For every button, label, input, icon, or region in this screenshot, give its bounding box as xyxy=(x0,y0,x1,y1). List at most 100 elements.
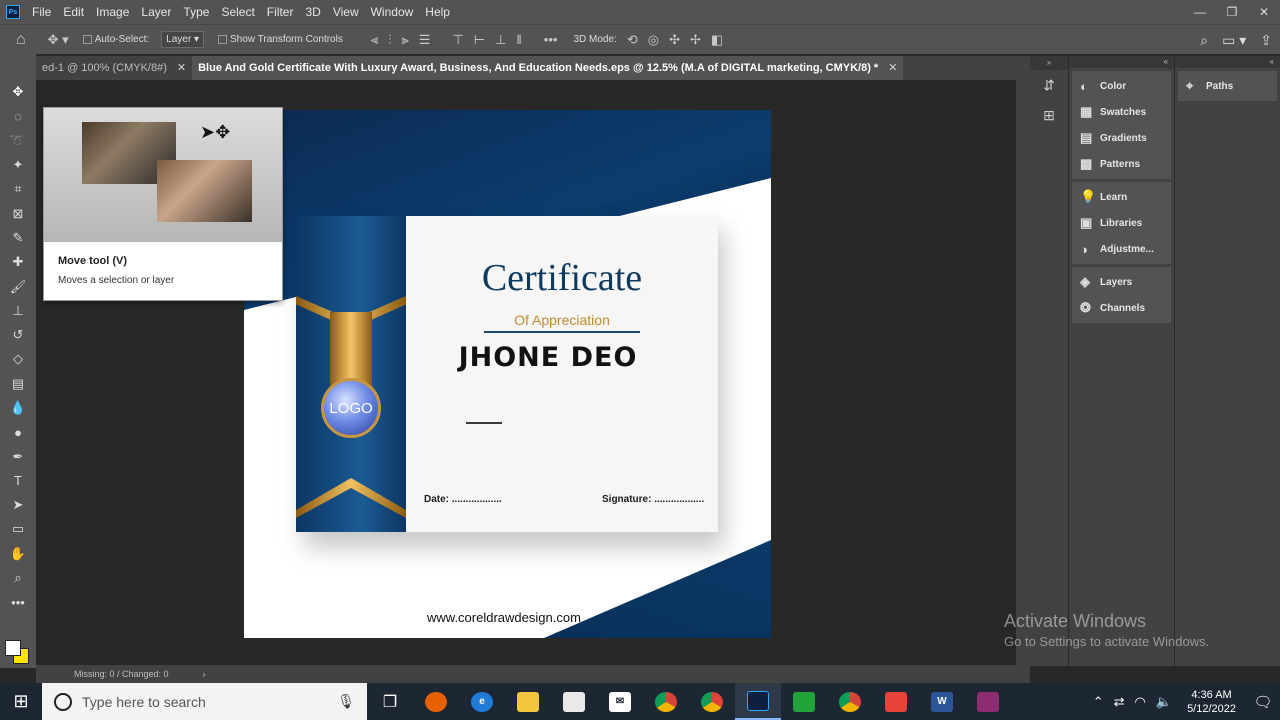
menu-window[interactable]: Window xyxy=(365,0,420,24)
transform-controls-option[interactable]: Show Transform Controls xyxy=(218,34,343,45)
pen-tool-icon[interactable]: ✒ xyxy=(0,444,36,468)
history-panel-icon[interactable]: ⇵ xyxy=(1030,70,1068,100)
share-icon[interactable]: ⇪ xyxy=(1260,32,1272,49)
photoshop-taskbar-icon[interactable] xyxy=(735,683,781,720)
foreground-color-swatch[interactable] xyxy=(5,640,21,656)
3d-rotate-icon[interactable]: ⟲ xyxy=(627,32,638,48)
rectangle-tool-icon[interactable]: ▭ xyxy=(0,517,36,541)
auto-select-option[interactable]: Auto-Select: xyxy=(82,34,149,45)
crop-tool-icon[interactable]: ⌗ xyxy=(0,177,36,201)
menu-select[interactable]: Select xyxy=(215,0,260,24)
3d-roll-icon[interactable]: ◎ xyxy=(648,32,659,48)
chrome-profile-icon[interactable] xyxy=(689,683,735,720)
camtasia-icon[interactable] xyxy=(781,683,827,720)
panel-adjustments[interactable]: ◑ Adjustme... xyxy=(1072,236,1171,262)
menu-view[interactable]: View xyxy=(327,0,365,24)
chrome-icon[interactable] xyxy=(643,683,689,720)
panel-gradients[interactable]: ▤ Gradients xyxy=(1072,125,1171,151)
move-tool-preset-icon[interactable]: ✥ ▾ xyxy=(48,32,69,48)
menu-type[interactable]: Type xyxy=(177,0,215,24)
task-view-icon[interactable]: ❐ xyxy=(367,683,413,720)
panel-layers[interactable]: ◈ Layers xyxy=(1072,269,1171,295)
path-selection-tool-icon[interactable]: ➤ xyxy=(0,493,36,517)
volume-icon[interactable]: 🔈 xyxy=(1151,694,1177,710)
recorder-icon[interactable] xyxy=(873,683,919,720)
3d-drag-icon[interactable]: ✣ xyxy=(669,32,680,48)
align-bottom-icon[interactable]: ⊥ xyxy=(495,32,506,48)
firefox-icon[interactable] xyxy=(413,683,459,720)
more-options-icon[interactable]: ••• xyxy=(544,32,558,47)
transform-controls-checkbox[interactable] xyxy=(218,35,228,44)
eyedropper-tool-icon[interactable]: ✎ xyxy=(0,226,36,250)
lasso-tool-icon[interactable]: ➰ xyxy=(0,129,36,153)
microphone-icon[interactable]: 🎙 xyxy=(337,693,355,710)
move-tool-icon[interactable]: ✥ xyxy=(0,80,36,104)
dock-expand-icon[interactable]: « xyxy=(1069,56,1174,68)
network-icon[interactable]: ⇄ xyxy=(1109,694,1130,710)
dock-menu-icon[interactable]: « xyxy=(1175,56,1280,68)
gradient-tool-icon[interactable]: ▤ xyxy=(0,372,36,396)
edge-icon[interactable]: e xyxy=(459,683,505,720)
eraser-tool-icon[interactable]: ◇ xyxy=(0,347,36,371)
close-button[interactable]: ✕ xyxy=(1248,0,1280,24)
panel-channels[interactable]: ❂ Channels xyxy=(1072,295,1171,321)
search-icon[interactable]: ⌕ xyxy=(1200,32,1208,49)
panel-libraries[interactable]: ▣ Libraries xyxy=(1072,210,1171,236)
auto-select-checkbox[interactable] xyxy=(82,35,92,44)
clone-stamp-tool-icon[interactable]: ⊥ xyxy=(0,299,36,323)
panel-color[interactable]: ◐ Color xyxy=(1072,73,1171,99)
3d-camera-icon[interactable]: ◧ xyxy=(711,32,723,48)
close-icon[interactable]: ✕ xyxy=(177,56,186,80)
wifi-icon[interactable]: ◠ xyxy=(1130,694,1151,710)
auto-select-target-dropdown[interactable]: Layer ▾ xyxy=(161,31,205,48)
tab-certificate[interactable]: Blue And Gold Certificate With Luxury Aw… xyxy=(192,56,904,80)
home-icon[interactable]: ⌂ xyxy=(16,31,26,49)
marquee-tool-icon[interactable]: ◌ xyxy=(0,104,36,128)
magic-wand-tool-icon[interactable]: ✦ xyxy=(0,153,36,177)
document-canvas[interactable]: LOGO Certificate Of Appreciation JHONE D… xyxy=(244,110,771,638)
align-right-icon[interactable]: ⫸ xyxy=(401,32,408,48)
close-icon[interactable]: ✕ xyxy=(888,56,897,80)
panel-paths[interactable]: ⌖ Paths xyxy=(1178,73,1277,99)
file-explorer-icon[interactable] xyxy=(505,683,551,720)
menu-image[interactable]: Image xyxy=(90,0,135,24)
zoom-tool-icon[interactable]: ⌕ xyxy=(0,566,36,590)
brush-tool-icon[interactable]: 🖌 xyxy=(0,274,36,298)
minimize-button[interactable]: — xyxy=(1184,0,1216,24)
panel-learn[interactable]: 💡 Learn xyxy=(1072,184,1171,210)
history-brush-tool-icon[interactable]: ↺ xyxy=(0,323,36,347)
workspace-icon[interactable]: ▭ ▾ xyxy=(1222,32,1246,49)
align-middle-icon[interactable]: ⊢ xyxy=(474,32,485,48)
notifications-icon[interactable]: 🗨 xyxy=(1246,693,1280,711)
distribute-vertical-icon[interactable]: ‖ xyxy=(516,32,521,47)
healing-brush-tool-icon[interactable]: ✚ xyxy=(0,250,36,274)
dodge-tool-icon[interactable]: ● xyxy=(0,420,36,444)
blur-tool-icon[interactable]: 💧 xyxy=(0,396,36,420)
menu-3d[interactable]: 3D xyxy=(299,0,326,24)
restore-button[interactable]: ❐ xyxy=(1216,0,1248,24)
chrome-remote-icon[interactable] xyxy=(827,683,873,720)
status-menu-icon[interactable]: › xyxy=(203,669,206,679)
word-icon[interactable]: W xyxy=(919,683,965,720)
dock-collapse-icon[interactable]: » xyxy=(1030,56,1068,70)
tab-untitled[interactable]: ed-1 @ 100% (CMYK/8#) ✕ xyxy=(36,56,192,80)
taskbar-search[interactable]: Type here to search 🎙 xyxy=(42,683,367,720)
menu-layer[interactable]: Layer xyxy=(135,0,177,24)
distribute-icon[interactable]: ☰ xyxy=(419,32,431,48)
menu-filter[interactable]: Filter xyxy=(261,0,300,24)
properties-panel-icon[interactable]: ⊞ xyxy=(1030,100,1068,130)
panel-patterns[interactable]: ▩ Patterns xyxy=(1072,151,1171,177)
menu-edit[interactable]: Edit xyxy=(57,0,90,24)
windows-start-icon[interactable]: ⊞ xyxy=(0,683,42,720)
winrar-icon[interactable] xyxy=(965,683,1011,720)
mail-icon[interactable]: ✉ xyxy=(597,683,643,720)
chevron-up-icon[interactable]: ⌃ xyxy=(1088,694,1109,710)
align-left-icon[interactable]: ⫷ xyxy=(371,32,378,48)
clock[interactable]: 4:36 AM 5/12/2022 xyxy=(1177,688,1246,716)
panel-swatches[interactable]: ▦ Swatches xyxy=(1072,99,1171,125)
menu-help[interactable]: Help xyxy=(419,0,456,24)
vertical-scrollbar[interactable] xyxy=(1016,80,1030,665)
store-icon[interactable] xyxy=(551,683,597,720)
align-center-icon[interactable]: ⫶ xyxy=(388,32,391,48)
3d-slide-icon[interactable]: ✢ xyxy=(690,32,701,48)
